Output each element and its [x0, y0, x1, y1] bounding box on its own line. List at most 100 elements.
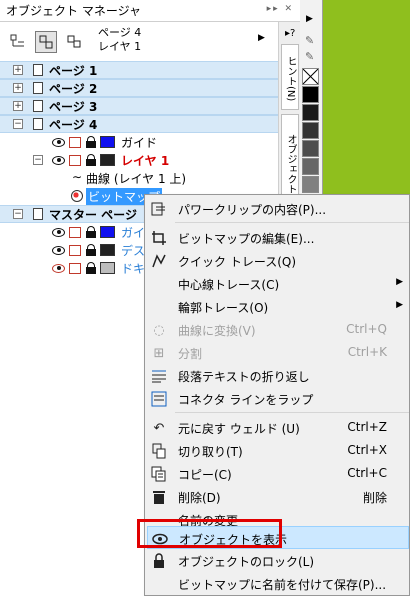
visibility-eye-icon[interactable] — [52, 227, 65, 237]
crop-edit-icon — [150, 229, 168, 247]
color-swatch[interactable] — [302, 140, 319, 157]
menu-item-cut[interactable]: 切り取り(T) Ctrl+X — [147, 439, 409, 462]
page-icon — [33, 82, 43, 94]
expand-icon[interactable]: + — [13, 83, 23, 93]
printer-icon[interactable] — [69, 226, 81, 238]
color-swatch[interactable] — [302, 176, 319, 193]
color-swatch[interactable] — [302, 158, 319, 175]
bitmap-icon — [71, 190, 83, 202]
layer-properties-icon[interactable] — [6, 31, 28, 53]
tree-page-row[interactable]: − ページ 4 — [0, 115, 278, 133]
menu-item-label: 輪郭トレース(O) — [178, 301, 269, 315]
menu-item-shortcut: 削除 — [362, 491, 387, 505]
page-icon — [33, 208, 43, 220]
color-swatch[interactable] — [302, 104, 319, 121]
layer-label: ガイド — [121, 135, 158, 150]
menu-item-shortcut: Ctrl+Z — [347, 420, 387, 434]
printer-icon[interactable] — [69, 136, 81, 148]
page-label: ページ 1 — [49, 63, 98, 78]
tab-hints[interactable]: ヒント(N) — [281, 44, 299, 110]
menu-item-label: 分割 — [178, 347, 203, 361]
layer-color-box — [100, 226, 115, 238]
menu-item-save-bitmap-as[interactable]: ビットマップに名前を付けて保存(P)... — [147, 572, 409, 595]
menu-item-shortcut: Ctrl+K — [347, 345, 387, 359]
visibility-eye-icon[interactable] — [52, 245, 65, 255]
eyedropper-icon-2[interactable]: ✎ — [305, 50, 314, 63]
printer-icon[interactable] — [69, 244, 81, 256]
tab-strip-arrow-icon[interactable]: ▸? — [285, 28, 295, 39]
expand-icon[interactable]: + — [13, 65, 23, 75]
page-icon — [33, 100, 43, 112]
printer-icon[interactable] — [69, 154, 81, 166]
docker-options-arrow-icon[interactable]: ▶ — [258, 33, 265, 43]
menu-item-centerline-trace[interactable]: 中心線トレース(C) ▶ — [147, 272, 409, 295]
trash-icon — [150, 488, 168, 506]
layer-color-box — [100, 136, 115, 148]
menu-item-label: 中心線トレース(C) — [178, 278, 280, 292]
docker-title: オブジェクト マネージャ — [6, 4, 141, 18]
page-label: ページ 4 — [49, 117, 98, 132]
collapse-icon[interactable]: − — [13, 209, 23, 219]
visibility-eye-icon[interactable] — [52, 137, 65, 147]
palette-scroll-up-icon[interactable]: ▶ — [306, 14, 313, 24]
docker-toolbar: ページ 4 レイヤ 1 ▶ — [0, 23, 300, 60]
no-color-swatch[interactable] — [302, 68, 319, 85]
lock-icon[interactable] — [86, 262, 96, 274]
tree-page-row[interactable]: + ページ 2 — [0, 79, 278, 97]
collapse-icon[interactable]: − — [33, 155, 43, 165]
menu-item-convert-to-curves[interactable]: ◌ 曲線に変換(V) Ctrl+Q — [147, 318, 409, 341]
convert-curve-icon: ◌ — [153, 322, 165, 338]
menu-item-powerclip[interactable]: パワークリップの内容(P)... — [147, 197, 409, 220]
layer-color-box — [100, 262, 115, 274]
layer-label: ガイ — [121, 225, 146, 240]
color-swatch[interactable] — [302, 122, 319, 139]
tree-object-row[interactable]: ∼ 曲線 (レイヤ 1 上) — [0, 169, 278, 187]
lock-icon[interactable] — [86, 136, 96, 148]
highlight-annotation-box — [137, 519, 282, 548]
lock-icon[interactable] — [86, 244, 96, 256]
expand-icon[interactable]: + — [13, 101, 23, 111]
show-object-properties-icon[interactable] — [35, 31, 57, 53]
menu-item-label: コピー(C) — [178, 468, 232, 482]
collapse-icon[interactable]: − — [13, 119, 23, 129]
menu-item-wrap-connector[interactable]: コネクタ ラインをラップ — [147, 387, 409, 410]
menu-item-wrap-paragraph-text[interactable]: 段落テキストの折り返し — [147, 364, 409, 387]
docker-window-controls-icon[interactable]: ▸▸ ✕ — [267, 4, 294, 14]
menu-item-undo-weld[interactable]: ↶ 元に戻す ウェルド (U) Ctrl+Z — [147, 416, 409, 439]
menu-item-label: 元に戻す ウェルド (U) — [178, 422, 300, 436]
menu-item-copy[interactable]: コピー(C) Ctrl+C — [147, 462, 409, 485]
page-label: ページ 2 — [49, 81, 98, 96]
menu-item-delete[interactable]: 削除(D) 削除 — [147, 485, 409, 508]
tree-page-row[interactable]: + ページ 1 — [0, 61, 278, 79]
tree-layer-row[interactable]: ガイド — [0, 133, 278, 151]
eyedropper-icon[interactable]: ✎ — [305, 34, 314, 47]
tree-layer-row[interactable]: − レイヤ 1 — [0, 151, 278, 169]
menu-item-label: ビットマップに名前を付けて保存(P)... — [178, 578, 387, 592]
color-swatch[interactable] — [302, 86, 319, 103]
page-icon — [33, 64, 43, 76]
edit-across-layers-icon[interactable] — [63, 31, 85, 53]
menu-item-lock-object[interactable]: オブジェクトのロック(L) — [147, 549, 409, 572]
menu-item-shortcut: Ctrl+C — [347, 466, 387, 480]
visibility-eye-icon[interactable] — [52, 155, 65, 165]
lock-icon[interactable] — [86, 226, 96, 238]
docker-titlebar: オブジェクト マネージャ ▸▸ ✕ — [0, 0, 300, 22]
unlock-icon[interactable] — [86, 154, 96, 166]
menu-item-edit-bitmap[interactable]: ビットマップの編集(E)... — [147, 226, 409, 249]
visibility-eye-icon[interactable] — [52, 263, 65, 273]
layer-label: デス — [121, 243, 146, 258]
menu-item-label: 削除(D) — [178, 491, 221, 505]
menu-item-label: 切り取り(T) — [178, 445, 243, 459]
submenu-arrow-icon: ▶ — [396, 277, 403, 287]
menu-item-quick-trace[interactable]: クイック トレース(Q) — [147, 249, 409, 272]
menu-item-label: 段落テキストの折り返し — [178, 370, 310, 384]
menu-item-shortcut: Ctrl+X — [347, 443, 387, 457]
menu-item-break-apart[interactable]: ⊞ 分割 Ctrl+K — [147, 341, 409, 364]
menu-item-label: クイック トレース(Q) — [178, 255, 297, 269]
menu-item-outline-trace[interactable]: 輪郭トレース(O) ▶ — [147, 295, 409, 318]
current-page-label: ページ 4 — [98, 26, 142, 39]
lock-icon — [150, 552, 168, 570]
cut-icon — [150, 442, 168, 460]
printer-icon[interactable] — [69, 262, 81, 274]
tree-page-row[interactable]: + ページ 3 — [0, 97, 278, 115]
